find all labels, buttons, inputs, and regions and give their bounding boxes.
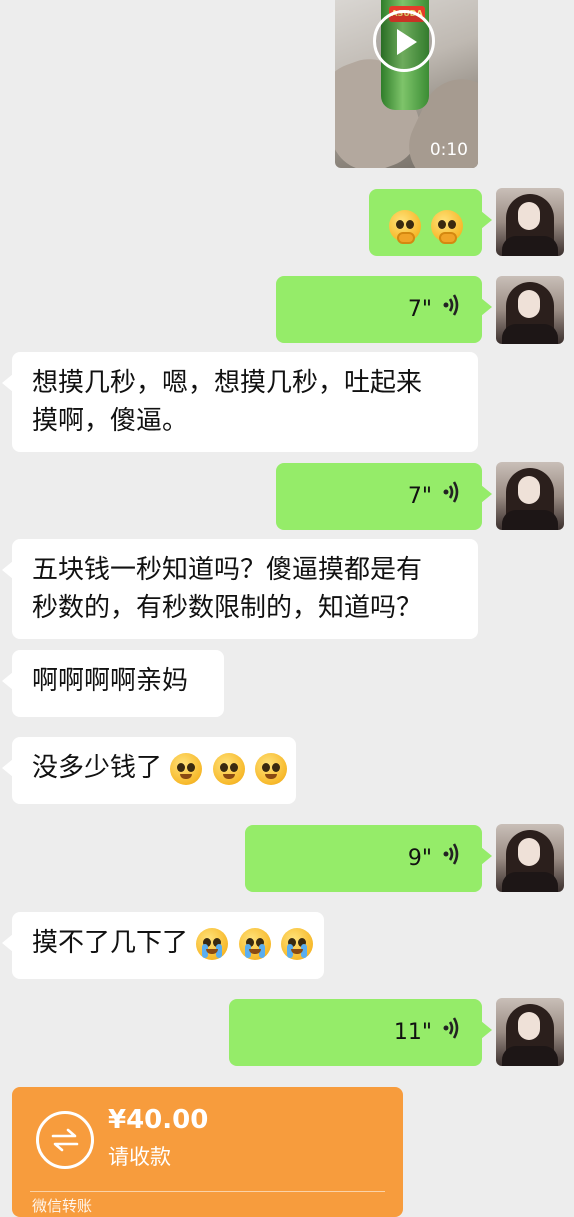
other-text-message[interactable]: 摸不了几下了 [2, 912, 324, 979]
voice-wave-icon [442, 478, 460, 516]
my-voice-message[interactable]: 9" [245, 825, 492, 892]
pleading-emoji-icon [254, 752, 287, 785]
voice-duration: 7" [407, 483, 432, 509]
transfer-amount: ¥40.00 [108, 1105, 209, 1135]
shy-emoji-icon [389, 209, 421, 244]
message-text: 啊啊啊啊亲妈 [32, 666, 189, 696]
video-message[interactable]: ASUDA 0:10 [335, 0, 478, 168]
message-line: 想摸几秒，嗯，想摸几秒，吐起来 [32, 368, 423, 398]
transfer-icon [36, 1111, 94, 1169]
my-avatar[interactable] [496, 462, 564, 530]
pleading-emoji-icon [170, 752, 203, 785]
my-emoji-message[interactable] [369, 189, 492, 256]
play-icon[interactable] [373, 10, 435, 72]
message-line: 秒数的，有秒数限制的，知道吗？ [32, 593, 423, 623]
other-text-message[interactable]: 五块钱一秒知道吗？傻逼摸都是有 秒数的，有秒数限制的，知道吗？ [2, 539, 478, 639]
voice-wave-icon [442, 291, 460, 329]
other-text-message[interactable]: 没多少钱了 [2, 737, 296, 804]
transfer-status: 请收款 [108, 1145, 171, 1169]
video-duration: 0:10 [429, 140, 468, 160]
other-text-message[interactable]: 啊啊啊啊亲妈 [2, 650, 224, 717]
crying-emoji-icon [196, 927, 229, 960]
message-text: 没多少钱了 [32, 753, 163, 783]
my-avatar[interactable] [496, 188, 564, 256]
crying-emoji-icon [280, 927, 313, 960]
voice-duration: 7" [407, 296, 432, 322]
transfer-message[interactable]: ¥40.00 请收款 微信转账 [12, 1087, 403, 1217]
my-voice-message[interactable]: 7" [276, 463, 492, 530]
my-voice-message[interactable]: 7" [276, 276, 492, 343]
voice-wave-icon [442, 1014, 460, 1052]
transfer-footer: 微信转账 [32, 1197, 93, 1215]
message-line: 五块钱一秒知道吗？傻逼摸都是有 [32, 555, 423, 585]
my-voice-message[interactable]: 11" [229, 999, 492, 1066]
voice-duration: 11" [393, 1019, 432, 1045]
voice-duration: 9" [407, 845, 432, 871]
my-avatar[interactable] [496, 998, 564, 1066]
shy-emoji-icon [431, 209, 464, 244]
message-line: 摸啊，傻逼。 [32, 406, 189, 436]
voice-wave-icon [442, 840, 460, 878]
my-avatar[interactable] [496, 276, 564, 344]
message-text: 摸不了几下了 [32, 928, 189, 958]
crying-emoji-icon [238, 927, 271, 960]
my-avatar[interactable] [496, 824, 564, 892]
other-text-message[interactable]: 想摸几秒，嗯，想摸几秒，吐起来 摸啊，傻逼。 [2, 352, 478, 452]
transfer-divider [30, 1191, 385, 1192]
pleading-emoji-icon [212, 752, 245, 785]
